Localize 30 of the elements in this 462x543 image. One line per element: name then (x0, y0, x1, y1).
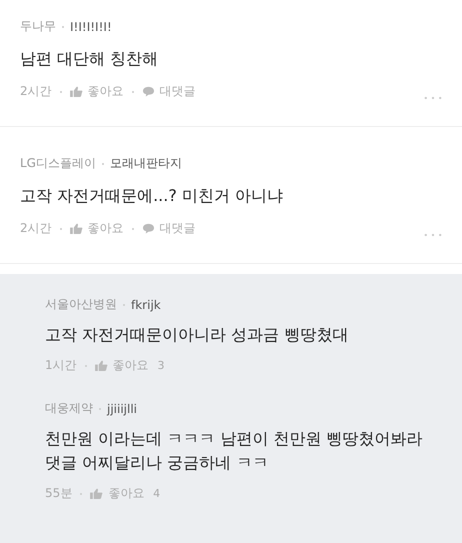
more-options-icon[interactable] (424, 232, 442, 236)
company-name: 두나무 (20, 18, 56, 35)
like-button[interactable]: 좋아요 3 (94, 357, 164, 374)
thumbs-up-icon (90, 488, 104, 499)
like-button[interactable]: 좋아요 (70, 220, 124, 237)
company-name: 서울아산병원 (45, 296, 117, 313)
nickname: I!I!I!I!I! (70, 20, 112, 34)
timestamp: 1시간 (45, 357, 77, 374)
reply-button[interactable]: 대댓글 (142, 83, 196, 100)
timestamp: 2시간 (20, 83, 52, 100)
reply-button[interactable]: 대댓글 (142, 220, 196, 237)
nickname: 모래내판타지 (110, 155, 182, 172)
company-name: LG디스플레이 (20, 155, 96, 172)
speech-bubble-icon (142, 223, 155, 234)
comment-text: 고작 자전거때문이아니라 성과금 삥땅쳤대 (45, 324, 350, 346)
timestamp: 2시간 (20, 220, 52, 237)
comment-text: 고작 자전거때문에...? 미친거 아니냐 (20, 185, 284, 207)
company-name: 대웅제약 (45, 400, 93, 417)
like-button[interactable]: 좋아요 4 (90, 485, 160, 502)
nickname: fkrijk (131, 298, 161, 312)
nickname: jjiiijlli (107, 402, 138, 416)
comment-text: 남편 대단해 칭찬해 (20, 48, 160, 70)
thumbs-up-icon (94, 360, 108, 371)
speech-bubble-icon (142, 86, 155, 97)
timestamp: 55분 (45, 485, 72, 502)
thumbs-up-icon (70, 86, 83, 97)
comment-text: 천만원 이라는데 ㅋㅋㅋ 남편이 천만원 삥땅쳤어봐라 댓글 어찌달리나 궁금하네 ㅋㅋ (45, 428, 424, 474)
more-options-icon[interactable] (424, 96, 442, 100)
like-button[interactable]: 좋아요 (70, 83, 124, 100)
thumbs-up-icon (70, 223, 83, 234)
